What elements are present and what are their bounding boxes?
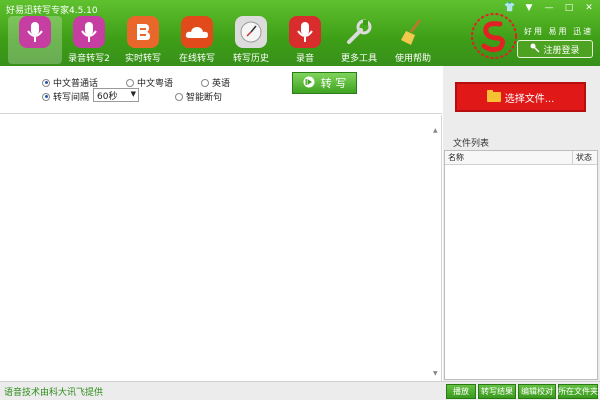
tool-record[interactable]: 录音 — [278, 16, 332, 64]
slogan: 好用 易用 迅速 — [524, 27, 594, 36]
close-button[interactable]: ✕ — [584, 3, 594, 13]
scroll-up-icon[interactable]: ▲ — [433, 127, 438, 134]
file-list[interactable]: 名称 状态 — [444, 150, 598, 380]
transcribe-button[interactable]: 转 写 — [292, 72, 357, 94]
tool-label: 更多工具 — [340, 54, 377, 64]
cloud-icon — [181, 16, 213, 48]
interval-select[interactable]: 60秒 ▼ — [93, 88, 139, 102]
radio-label: 英语 — [212, 79, 231, 89]
file-list-title: 文件列表 — [453, 139, 490, 149]
radio-smart-break[interactable]: 智能断句 — [175, 90, 222, 103]
clock-icon — [235, 16, 267, 48]
toolbar: 录音转写2 实时转写 在线转写 转写历史 录音 更多工具 使用帮助 — [8, 16, 440, 64]
header-bar: 好易迅转写专家4.5.10 👕 ▼ — □ ✕ 录音转写2 实时转写 在线转写 … — [0, 0, 600, 66]
radio-label: 智能断句 — [186, 93, 223, 103]
menu-button[interactable]: ▼ — [524, 3, 534, 13]
interval-value: 60秒 — [97, 91, 118, 102]
minimize-button[interactable]: — — [544, 3, 554, 13]
tool-label: 转写历史 — [232, 54, 269, 64]
maximize-button[interactable]: □ — [564, 3, 574, 13]
microphone-icon — [73, 16, 105, 48]
tool-label: 使用帮助 — [394, 54, 431, 64]
blog-icon — [127, 16, 159, 48]
microphone-icon — [289, 16, 321, 48]
status-bar: 语音技术由科大讯飞提供 播放 转写结果 编辑校对 所在文件夹 — [0, 381, 600, 400]
chevron-down-icon: ▼ — [130, 90, 136, 98]
column-header-name[interactable]: 名称 — [445, 151, 573, 164]
choose-file-button[interactable]: 选择文件... — [455, 82, 586, 112]
options-bar: 中文普通话 中文粤语 英语 转写间隔 智能断句 — [0, 66, 442, 114]
brand-logo-icon — [470, 12, 518, 60]
scroll-down-icon[interactable]: ▼ — [433, 370, 438, 377]
tool-record-transcribe-2[interactable]: 录音转写2 — [62, 16, 116, 64]
radio-button[interactable] — [175, 92, 183, 101]
play-icon — [303, 76, 315, 91]
radio-button[interactable] — [42, 78, 50, 87]
tool-label: 录音 — [295, 54, 314, 64]
radio-mandarin[interactable]: 中文普通话 — [42, 76, 98, 89]
radio-button[interactable] — [201, 78, 209, 87]
radio-transcribe-interval[interactable]: 转写间隔 — [42, 90, 89, 103]
radio-english[interactable]: 英语 — [201, 76, 230, 89]
radio-button[interactable] — [126, 78, 134, 87]
file-actions: 播放 转写结果 编辑校对 所在文件夹 — [446, 384, 598, 399]
tool-record-transcribe[interactable] — [8, 16, 62, 64]
choose-file-label: 选择文件... — [504, 93, 555, 105]
broom-icon — [397, 16, 429, 48]
folder-icon — [486, 90, 501, 102]
tool-label: 录音转写2 — [68, 54, 110, 64]
result-button[interactable]: 转写结果 — [478, 384, 516, 399]
file-list-header: 名称 状态 — [445, 151, 597, 165]
play-button[interactable]: 播放 — [446, 384, 476, 399]
login-label: 注册登录 — [543, 45, 580, 56]
key-icon — [530, 43, 541, 56]
tool-realtime-transcribe[interactable]: 实时转写 — [116, 16, 170, 64]
tool-label: 实时转写 — [124, 54, 161, 64]
credit-text: 语音技术由科大讯飞提供 — [4, 388, 104, 398]
edit-proofread-button[interactable]: 编辑校对 — [518, 384, 556, 399]
radio-label: 中文粤语 — [137, 79, 174, 89]
tool-help[interactable]: 使用帮助 — [386, 16, 440, 64]
transcribe-label: 转 写 — [320, 77, 347, 90]
open-folder-button[interactable]: 所在文件夹 — [558, 384, 598, 399]
radio-button[interactable] — [42, 92, 50, 101]
column-header-status[interactable]: 状态 — [573, 151, 597, 164]
wrench-icon — [343, 16, 375, 48]
right-panel: 选择文件... 文件列表 名称 状态 — [443, 66, 600, 381]
tool-transcribe-history[interactable]: 转写历史 — [224, 16, 278, 64]
microphone-icon — [19, 16, 51, 48]
tool-more-tools[interactable]: 更多工具 — [332, 16, 386, 64]
register-login-button[interactable]: 注册登录 — [517, 40, 593, 58]
radio-label: 转写间隔 — [53, 93, 90, 103]
tool-online-transcribe[interactable]: 在线转写 — [170, 16, 224, 64]
tool-label: 在线转写 — [178, 54, 215, 64]
radio-label: 中文普通话 — [53, 79, 99, 89]
text-scrollbar[interactable]: ▲ ▼ — [433, 127, 441, 377]
app-title: 好易迅转写专家4.5.10 — [6, 6, 98, 16]
transcript-text-area[interactable] — [0, 115, 442, 381]
